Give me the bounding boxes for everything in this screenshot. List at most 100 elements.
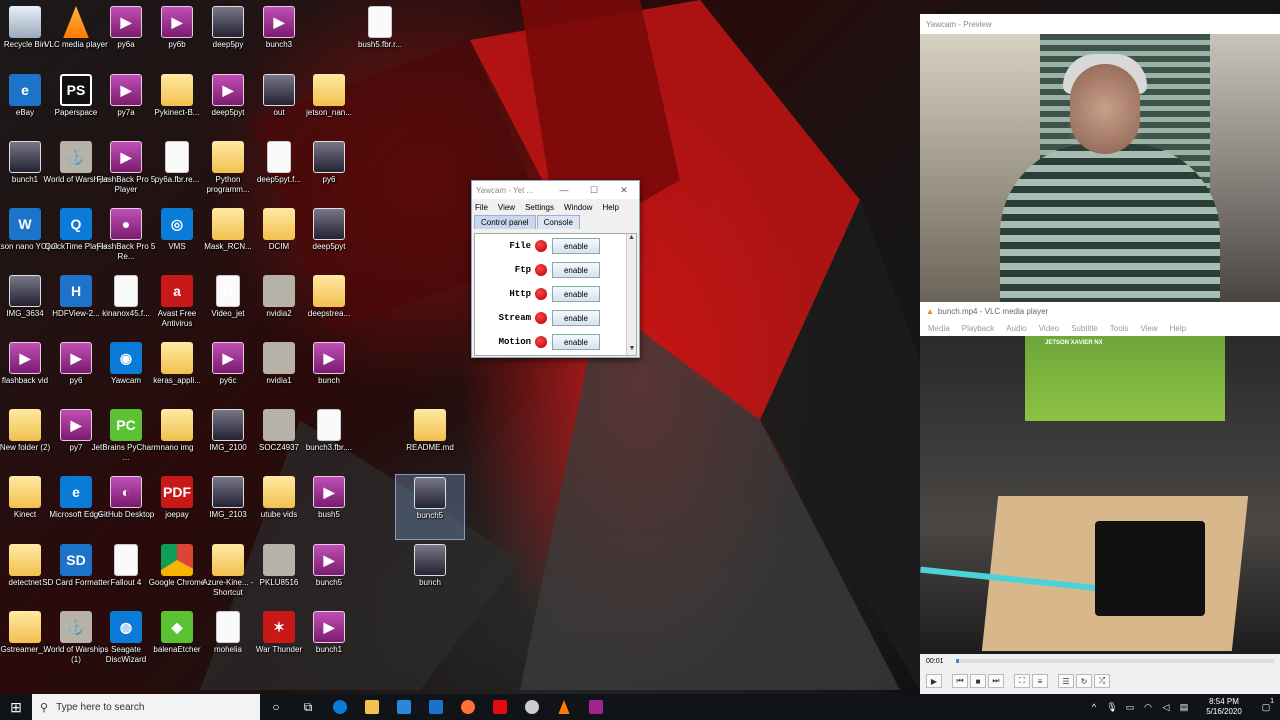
- vlc-taskbar-icon[interactable]: [548, 694, 580, 720]
- folder-icon: [161, 74, 193, 106]
- desktop-icon[interactable]: bush5.fbr.r...: [345, 4, 415, 70]
- fullscreen-icon[interactable]: ⛶: [1014, 674, 1030, 688]
- desktop-icon-label: jetson_nan...: [306, 108, 352, 117]
- folder-icon: [9, 476, 41, 508]
- next-icon[interactable]: ⏭: [988, 674, 1004, 688]
- desktop-icon[interactable]: bunch3.fbr....: [294, 407, 364, 473]
- desktop-icon-label: bunch: [419, 578, 441, 587]
- desktop-icon[interactable]: ▶ bunch: [294, 340, 364, 406]
- menu-help[interactable]: Help: [1170, 324, 1186, 333]
- vlc-video-area[interactable]: JETSON XAVIER NX: [920, 336, 1280, 654]
- enable-http-button[interactable]: enable: [552, 286, 600, 302]
- loop-icon[interactable]: ↻: [1076, 674, 1092, 688]
- tab-console[interactable]: Console: [536, 215, 580, 229]
- menu-video[interactable]: Video: [1039, 324, 1059, 333]
- control-row-ftp: Ftp enable: [475, 258, 625, 282]
- close-icon[interactable]: ✕: [609, 185, 639, 196]
- menu-audio[interactable]: Audio: [1006, 324, 1026, 333]
- wifi-icon[interactable]: ◠: [1140, 702, 1156, 713]
- menu-view[interactable]: View: [498, 203, 515, 212]
- menu-help[interactable]: Help: [602, 203, 618, 212]
- desktop-icon[interactable]: bunch: [395, 542, 465, 608]
- firefox-icon[interactable]: [452, 694, 484, 720]
- menu-window[interactable]: Window: [564, 203, 592, 212]
- shuffle-icon[interactable]: ⤮: [1094, 674, 1110, 688]
- netflix-icon[interactable]: [484, 694, 516, 720]
- seek-progress: [955, 659, 959, 663]
- folder-icon: [9, 611, 41, 643]
- vlc-window[interactable]: ▲ bunch.mp4 - VLC media player Media Pla…: [920, 302, 1280, 694]
- desktop-icon[interactable]: ▶ bunch3: [244, 4, 314, 70]
- notifications-icon[interactable]: ▢ 1: [1254, 698, 1278, 713]
- gray-icon: [263, 342, 295, 374]
- yawcam-taskbar-icon[interactable]: [516, 694, 548, 720]
- stop-icon[interactable]: ■: [970, 674, 986, 688]
- control-row-http: Http enable: [475, 282, 625, 306]
- scroll-down-icon[interactable]: ▼: [627, 345, 637, 355]
- yawcam-title-bar[interactable]: Yawcam - Yet ... — ☐ ✕: [472, 181, 639, 199]
- menu-playback[interactable]: Playback: [962, 324, 994, 333]
- preview-title-bar[interactable]: Yawcam - Preview: [920, 14, 1280, 34]
- desktop-icon[interactable]: ▶ bunch5: [294, 542, 364, 608]
- window-title: bunch.mp4 - VLC media player: [937, 306, 1049, 316]
- seek-slider[interactable]: [955, 659, 1274, 663]
- desktop-icon[interactable]: bunch5: [395, 474, 465, 540]
- vlc-title-bar[interactable]: ▲ bunch.mp4 - VLC media player: [920, 302, 1280, 320]
- menu-tools[interactable]: Tools: [1110, 324, 1129, 333]
- panel-scrollbar[interactable]: ▲ ▼: [626, 234, 636, 355]
- menu-view[interactable]: View: [1140, 324, 1157, 333]
- microphone-icon[interactable]: 🎙: [1104, 702, 1120, 713]
- previous-icon[interactable]: ⏮: [952, 674, 968, 688]
- status-off-icon: [535, 336, 547, 348]
- img-icon: [263, 74, 295, 106]
- minimize-icon[interactable]: —: [549, 185, 579, 195]
- menu-settings[interactable]: Settings: [525, 203, 554, 212]
- search-box[interactable]: ⚲ Type here to search: [32, 694, 260, 720]
- flashback-taskbar-icon[interactable]: [580, 694, 612, 720]
- battery-icon[interactable]: ▭: [1122, 702, 1138, 713]
- extended-settings-icon[interactable]: ≡: [1032, 674, 1048, 688]
- enable-stream-button[interactable]: enable: [552, 310, 600, 326]
- enable-motion-button[interactable]: enable: [552, 334, 600, 350]
- enable-ftp-button[interactable]: enable: [552, 262, 600, 278]
- maximize-icon[interactable]: ☐: [579, 185, 609, 196]
- desktop-icon[interactable]: jetson_nan...: [294, 72, 364, 138]
- play-icon[interactable]: ▶: [926, 674, 942, 688]
- menu-media[interactable]: Media: [928, 324, 950, 333]
- clock[interactable]: 8:54 PM 5/16/2020: [1194, 697, 1254, 717]
- desktop-icon[interactable]: deep5pyt: [294, 206, 364, 272]
- desktop-icon[interactable]: ▶ bush5: [294, 474, 364, 540]
- img-icon: [313, 208, 345, 240]
- scroll-up-icon[interactable]: ▲: [627, 234, 636, 244]
- desktop-icon[interactable]: py6: [294, 139, 364, 205]
- desktop-icon[interactable]: ▶ bunch1: [294, 609, 364, 675]
- ps-icon: PS: [60, 74, 92, 106]
- edge-taskbar-icon[interactable]: [324, 694, 356, 720]
- volume-icon[interactable]: ◁: [1158, 702, 1174, 713]
- yawcam-control-window[interactable]: Yawcam - Yet ... — ☐ ✕ File View Setting…: [471, 180, 640, 358]
- edge-icon: ◉: [110, 342, 142, 374]
- video-background: [1210, 34, 1280, 304]
- yawcam-preview-window[interactable]: Yawcam - Preview: [920, 14, 1280, 304]
- taskbar: ⊞ ⚲ Type here to search ○ ⧉ ^ 🎙 ▭ ◠ ◁ ▤ …: [0, 694, 1280, 720]
- tab-control-panel[interactable]: Control panel: [474, 215, 536, 229]
- desktop-icon[interactable]: README.md: [395, 407, 465, 473]
- menu-subtitle[interactable]: Subtitle: [1071, 324, 1098, 333]
- keyboard-icon[interactable]: ▤: [1176, 702, 1192, 713]
- cortana-icon[interactable]: ○: [260, 694, 292, 720]
- row-label: File: [509, 241, 531, 251]
- store-icon[interactable]: [388, 694, 420, 720]
- vlc-cone-icon: ▲: [926, 306, 934, 316]
- mail-icon[interactable]: [420, 694, 452, 720]
- vid-icon: ▶: [161, 6, 193, 38]
- menu-file[interactable]: File: [475, 203, 488, 212]
- playlist-icon[interactable]: ☰: [1058, 674, 1074, 688]
- task-view-icon[interactable]: ⧉: [292, 694, 324, 720]
- windows-start-icon[interactable]: ⊞: [0, 694, 32, 720]
- enable-file-button[interactable]: enable: [552, 238, 600, 254]
- desktop-icon[interactable]: deepstrea...: [294, 273, 364, 339]
- show-hidden-icons-icon[interactable]: ^: [1086, 702, 1102, 712]
- notification-count: 1: [1270, 697, 1274, 705]
- file-icon: [267, 141, 291, 173]
- file-explorer-icon[interactable]: [356, 694, 388, 720]
